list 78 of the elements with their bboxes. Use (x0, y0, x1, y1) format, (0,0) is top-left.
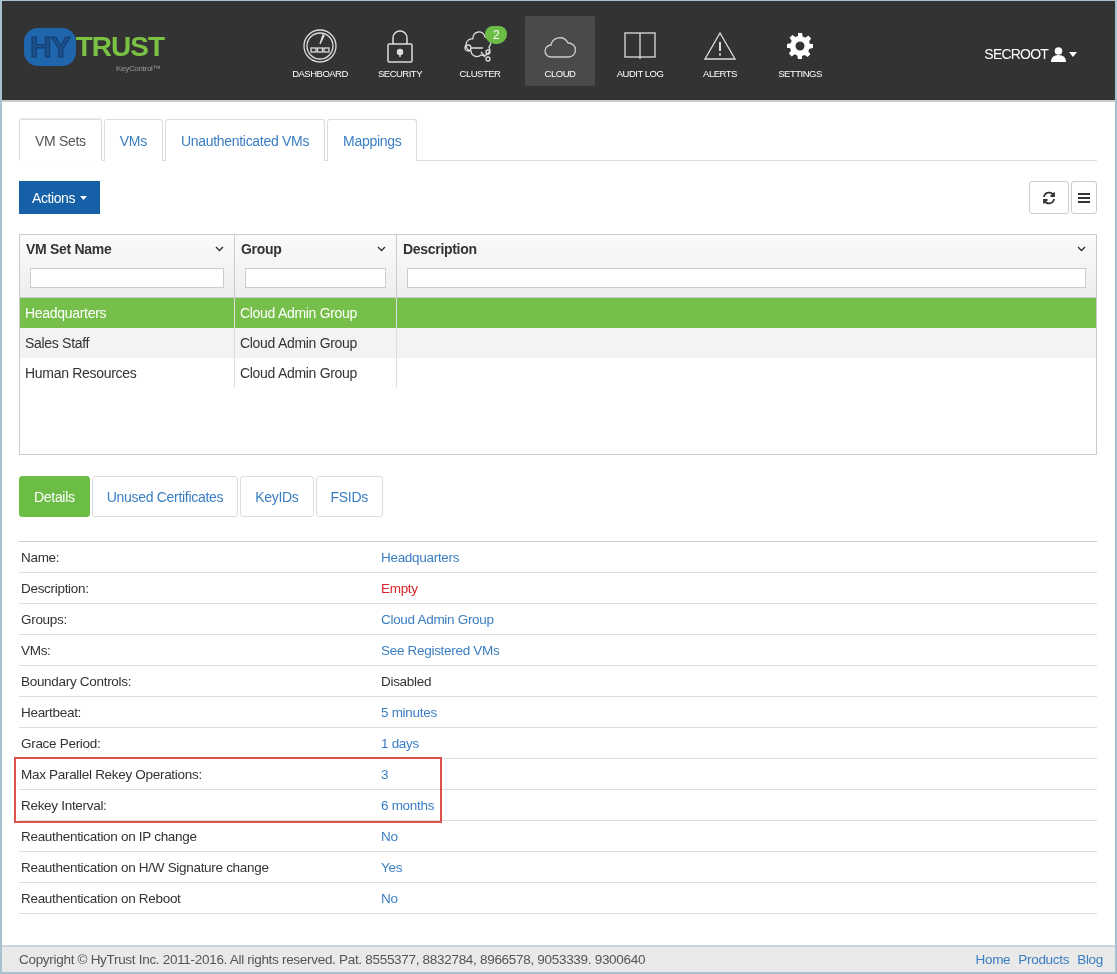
footer-link[interactable]: Products (1018, 952, 1070, 967)
menu-button[interactable] (1071, 181, 1097, 214)
chevron-down-icon[interactable] (377, 246, 386, 252)
nav-item[interactable]: CLOUD (525, 15, 595, 86)
nav-item[interactable]: DASHBOARD (280, 15, 360, 86)
nav-item[interactable]: SETTINGS (760, 15, 840, 86)
lock-icon (386, 28, 414, 63)
value-link[interactable]: 1 days (381, 735, 419, 751)
chevron-down-icon[interactable] (215, 246, 224, 252)
value-link[interactable]: Headquarters (381, 549, 460, 565)
value-link[interactable]: Yes (381, 859, 403, 875)
value-link[interactable]: Empty (381, 580, 418, 596)
value-link[interactable]: 3 (381, 766, 389, 782)
tab[interactable]: VMs (103, 119, 163, 161)
footer-link[interactable]: Blog (1077, 952, 1103, 967)
menu-icon (1078, 192, 1090, 203)
field-label: Boundary Controls: (20, 673, 133, 689)
field-label: Grace Period: (20, 735, 102, 751)
user-menu[interactable]: SECROOT (984, 46, 1077, 62)
table-cell: Cloud Admin Group (240, 335, 358, 351)
caret-icon (80, 195, 88, 200)
settings-icon (787, 32, 813, 59)
table-cell: Cloud Admin Group (240, 365, 358, 381)
copyright-text: Copyright © HyTrust Inc. 2011-2016. All rights reserved. Pat. 8555377, 8832784, 8966578, 9053339. 9300640 (19, 952, 646, 967)
filter-field[interactable] (30, 268, 224, 288)
field-label: Reauthentication on Reboot (20, 890, 182, 906)
logo-text: TRUST (75, 31, 164, 63)
column-header: VM Set Name (26, 241, 112, 257)
refresh-icon (1042, 190, 1056, 205)
nav-item[interactable]: AUDIT LOG (600, 15, 680, 86)
field-value: Disabled (381, 673, 432, 689)
table-cell: Cloud Admin Group (240, 305, 358, 321)
field-label: Description: (20, 580, 90, 596)
field-label: Heartbeat: (20, 704, 83, 720)
filter-field[interactable] (407, 268, 1086, 288)
nav-item[interactable]: SECURITY (360, 15, 440, 86)
refresh-button[interactable] (1029, 181, 1069, 214)
column-header: Group (241, 241, 282, 257)
gauge-icon (303, 28, 337, 63)
field-label: Reauthentication on IP change (20, 828, 198, 844)
tab[interactable]: KeyIDs (240, 476, 314, 517)
filter-field[interactable] (245, 268, 386, 288)
logo-text: HY (24, 28, 76, 66)
user-icon (1051, 46, 1066, 62)
tab[interactable]: Unauthenticated VMs (164, 119, 326, 161)
tab[interactable]: Unused Certificates (91, 476, 239, 517)
column-header: Description (403, 241, 477, 257)
caret-icon (1069, 51, 1077, 57)
footer-link[interactable]: Home (975, 952, 1011, 967)
value-link[interactable]: 6 months (381, 797, 435, 813)
field-label: Name: (20, 549, 61, 565)
count-badge: 2 (485, 25, 507, 44)
value-link[interactable]: See Registered VMs (381, 642, 500, 658)
table-cell: Headquarters (25, 305, 107, 321)
field-label: Max Parallel Rekey Operations: (20, 766, 203, 782)
field-label: VMs: (20, 642, 52, 658)
nav-item[interactable]: 2 CLUSTER (440, 15, 520, 86)
actions-button[interactable]: Actions (19, 181, 101, 214)
table-cell: Sales Staff (25, 335, 90, 351)
field-label: Reauthentication on H/W Signature change (20, 859, 270, 875)
table-row[interactable]: Headquarters Cloud Admin Group (20, 298, 1096, 328)
field-label: Groups: (20, 611, 68, 627)
tab[interactable]: Details (19, 476, 90, 517)
tab[interactable]: FSIDs (315, 476, 383, 517)
tab[interactable]: VM Sets (19, 119, 102, 161)
nav-item[interactable]: ALERTS (680, 15, 760, 86)
table-row[interactable]: Sales Staff Cloud Admin Group (20, 328, 1096, 358)
value-link[interactable]: No (381, 828, 398, 844)
warning-icon (704, 31, 736, 60)
value-link[interactable]: Cloud Admin Group (381, 611, 494, 627)
table-cell: Human Resources (25, 365, 137, 381)
value-link[interactable]: No (381, 890, 398, 906)
field-label: Rekey Interval: (20, 797, 108, 813)
chevron-down-icon[interactable] (1077, 246, 1086, 252)
value-link[interactable]: 5 minutes (381, 704, 437, 720)
product-name: KeyControl™ (116, 64, 162, 73)
tab[interactable]: Mappings (327, 119, 418, 161)
open-book-icon (624, 31, 656, 60)
